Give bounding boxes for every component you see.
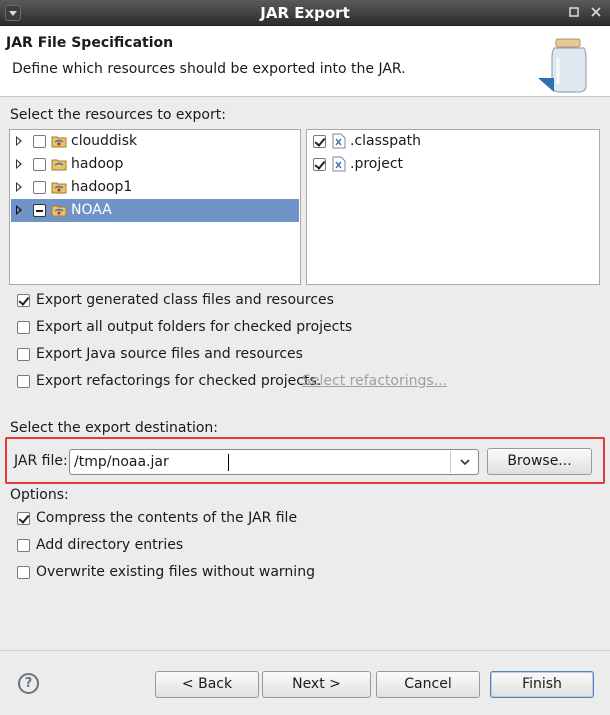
options-label: Options:: [10, 487, 69, 503]
compress-checkbox[interactable]: [17, 512, 30, 525]
file-checkbox[interactable]: [313, 158, 326, 171]
xml-file-icon: [332, 156, 346, 172]
expand-icon[interactable]: [16, 205, 22, 215]
window-title: JAR Export: [260, 4, 350, 22]
compress-label: Compress the contents of the JAR file: [36, 510, 298, 526]
export-refactorings-checkbox[interactable]: [17, 375, 30, 388]
add-directory-checkbox[interactable]: [17, 539, 30, 552]
close-icon[interactable]: [588, 4, 604, 20]
export-refactorings-label: Export refactorings for checked projects…: [36, 373, 322, 389]
finish-button[interactable]: Finish: [490, 671, 594, 698]
title-bar: JAR Export: [0, 0, 610, 26]
tree-item-label: hadoop: [71, 156, 124, 172]
jar-file-input[interactable]: /tmp/noaa.jar: [74, 454, 169, 470]
tree-item-label: clouddisk: [71, 133, 138, 149]
jar-file-combo[interactable]: /tmp/noaa.jar: [69, 449, 479, 475]
tree-item-noaa[interactable]: NOAA: [11, 199, 299, 222]
cancel-button[interactable]: Cancel: [376, 671, 480, 698]
xml-file-icon: [332, 133, 346, 149]
project-checkbox[interactable]: [33, 181, 46, 194]
java-project-icon: [51, 205, 67, 217]
file-item-project[interactable]: .project: [308, 153, 598, 176]
bottom-separator: [0, 650, 610, 651]
back-button[interactable]: < Back: [155, 671, 259, 698]
wizard-header: JAR File Specification Define which reso…: [0, 26, 610, 97]
java-project-icon: [51, 136, 67, 148]
combo-separator: [450, 451, 451, 473]
overwrite-label: Overwrite existing files without warning: [36, 564, 315, 580]
java-project-icon: [51, 182, 67, 194]
export-source-checkbox[interactable]: [17, 348, 30, 361]
export-class-files-label: Export generated class files and resourc…: [36, 292, 334, 308]
jar-icon: [538, 38, 587, 93]
file-item-label: .project: [350, 156, 404, 172]
next-button[interactable]: Next >: [262, 671, 371, 698]
page-title: JAR File Specification: [6, 35, 174, 51]
tree-item-label: NOAA: [71, 202, 112, 218]
file-list[interactable]: .classpath .project: [306, 129, 600, 285]
page-description: Define which resources should be exporte…: [12, 61, 406, 77]
project-checkbox[interactable]: [33, 158, 46, 171]
expand-icon[interactable]: [16, 159, 22, 169]
expand-icon[interactable]: [16, 182, 22, 192]
overwrite-checkbox[interactable]: [17, 566, 30, 579]
chevron-down-icon[interactable]: [460, 457, 470, 467]
java-project-icon: [51, 159, 67, 171]
tree-item-hadoop1[interactable]: hadoop1: [11, 176, 299, 199]
tree-item-label: hadoop1: [71, 179, 133, 195]
tree-item-hadoop[interactable]: hadoop: [11, 153, 299, 176]
add-directory-label: Add directory entries: [36, 537, 184, 553]
tree-item-clouddisk[interactable]: clouddisk: [11, 130, 299, 153]
export-output-folders-label: Export all output folders for checked pr…: [36, 319, 353, 335]
file-item-label: .classpath: [350, 133, 422, 149]
browse-button[interactable]: Browse...: [487, 448, 592, 475]
export-source-label: Export Java source files and resources: [36, 346, 303, 362]
destination-label: Select the export destination:: [10, 420, 219, 436]
file-checkbox[interactable]: [313, 135, 326, 148]
minimize-icon[interactable]: [566, 4, 582, 20]
resources-label: Select the resources to export:: [10, 107, 226, 123]
project-checkbox[interactable]: [33, 204, 46, 217]
export-class-files-checkbox[interactable]: [17, 294, 30, 307]
project-checkbox[interactable]: [33, 135, 46, 148]
export-output-folders-checkbox[interactable]: [17, 321, 30, 334]
select-refactorings-link: Select refactorings...: [302, 373, 448, 389]
project-tree[interactable]: clouddisk hadoop hadoop1 NOAA: [9, 129, 301, 285]
help-icon[interactable]: ?: [18, 673, 39, 694]
expand-icon[interactable]: [16, 136, 22, 146]
text-caret: [228, 454, 229, 471]
file-item-classpath[interactable]: .classpath: [308, 130, 598, 153]
jar-file-label: JAR file:: [14, 453, 68, 469]
